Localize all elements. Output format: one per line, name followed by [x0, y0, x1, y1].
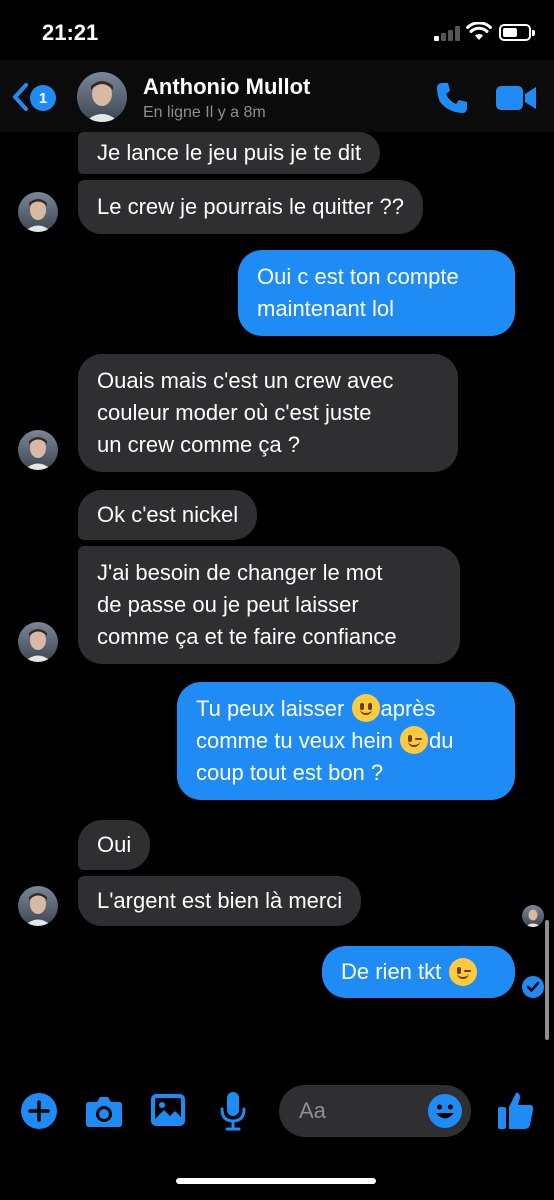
- received-message[interactable]: Ouais mais c'est un crew avec couleur mo…: [78, 354, 458, 472]
- received-message[interactable]: J'ai besoin de changer le mot de passe o…: [78, 546, 460, 664]
- winking-face-icon: [449, 958, 478, 986]
- scrollbar[interactable]: [545, 920, 549, 1040]
- contact-name[interactable]: Anthonio Mullot: [143, 74, 310, 100]
- message-input[interactable]: [299, 1097, 419, 1125]
- received-message[interactable]: Ok c'est nickel: [78, 490, 258, 540]
- received-message[interactable]: L'argent est bien là merci: [78, 876, 362, 926]
- presence-status: En ligne Il y a 8m: [143, 104, 266, 121]
- microphone-icon[interactable]: [219, 1091, 247, 1131]
- image-icon[interactable]: [150, 1093, 186, 1127]
- contact-avatar[interactable]: [18, 622, 58, 662]
- status-time: 21:21: [42, 20, 99, 45]
- check-circle-icon: [522, 976, 544, 998]
- camera-icon[interactable]: [85, 1094, 123, 1128]
- sent-message[interactable]: De rien tkt: [322, 946, 515, 998]
- wifi-icon: [466, 22, 492, 40]
- contact-avatar[interactable]: [18, 430, 58, 470]
- chevron-left-icon: [13, 83, 28, 111]
- home-indicator: [176, 1178, 376, 1184]
- smiley-icon[interactable]: [427, 1093, 463, 1129]
- contact-avatar[interactable]: [18, 886, 58, 926]
- message-thread[interactable]: Je lance le jeu puis je te dit Le crew j…: [0, 132, 554, 1052]
- battery-icon: [499, 24, 535, 41]
- read-receipt-avatar: [522, 905, 544, 927]
- winking-face-icon: [400, 726, 428, 754]
- status-bar: 21:21: [0, 0, 554, 60]
- received-message[interactable]: Oui: [78, 820, 151, 870]
- contact-avatar[interactable]: [18, 192, 58, 232]
- unread-badge: 1: [30, 85, 56, 111]
- sent-message[interactable]: Tu peux laisser après comme tu veux hein…: [177, 682, 515, 800]
- cellular-signal-icon: [434, 25, 460, 41]
- sent-message[interactable]: Oui c est ton compte maintenant lol: [238, 250, 515, 336]
- message-input-field[interactable]: [279, 1085, 471, 1137]
- thumbs-up-icon[interactable]: [497, 1090, 535, 1130]
- received-message[interactable]: Je lance le jeu puis je te dit: [78, 132, 381, 174]
- video-camera-icon[interactable]: [496, 84, 536, 112]
- contact-avatar[interactable]: [77, 72, 127, 122]
- plus-circle-icon[interactable]: [20, 1092, 58, 1130]
- received-message[interactable]: Le crew je pourrais le quitter ??: [78, 180, 423, 234]
- slightly-smiling-face-icon: [351, 694, 380, 722]
- phone-icon[interactable]: [434, 80, 470, 116]
- conversation-header: 1 Anthonio Mullot En ligne Il y a 8m: [0, 60, 554, 132]
- composer-bar: [0, 1060, 554, 1160]
